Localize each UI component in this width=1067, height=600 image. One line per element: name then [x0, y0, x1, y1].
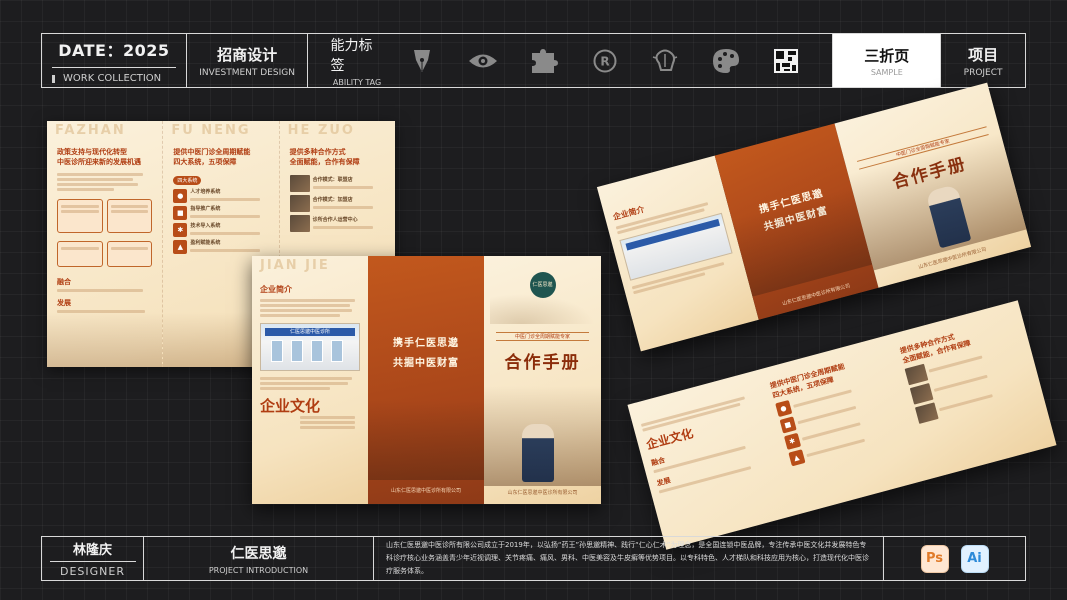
- clinic-building-photo: 仁医思邈中医诊所: [260, 323, 360, 371]
- project-description: 山东仁医思邈中医诊所有限公司成立于2019年，以弘扬“药王”孙思邈精神、践行“仁…: [374, 537, 884, 580]
- chart-icon: ▲: [173, 240, 188, 254]
- palette-icon: [712, 46, 740, 76]
- date-label: DATE：2025: [52, 37, 176, 68]
- project-label: PROJECT INTRODUCTION: [208, 565, 309, 575]
- trifold-cell: 三折页 SAMPLE: [833, 34, 942, 87]
- panel-title: 提供中医门诊全周期赋能 四大系统，五项保障: [173, 148, 251, 166]
- illustrator-icon: Ai: [960, 544, 989, 573]
- photo-thumb: [910, 382, 934, 405]
- work-collection-label: WORK COLLECTION: [52, 68, 176, 84]
- date-cell: DATE：2025 WORK COLLECTION: [42, 34, 187, 87]
- designer-name: 林隆庆: [49, 539, 136, 562]
- company-footer: 山东仁医思邈中医诊所有限公司: [507, 490, 578, 496]
- bar-icon: [52, 74, 55, 83]
- gear-icon: ✱: [783, 432, 801, 451]
- project-cell: 项目 PROJECT: [941, 34, 1025, 87]
- sub-heading: 融合: [57, 278, 71, 286]
- intro-panel: JIAN JIE 企业简介 仁医思邈中医诊所 企业文化: [252, 256, 368, 504]
- investment-design-cell: 招商设计 INVESTMENT DESIGN: [187, 34, 309, 87]
- ability-label: 能力标签 ABILITY TAG: [330, 37, 382, 87]
- cover-title: 合作手册: [504, 353, 581, 373]
- photo-thumb: [289, 195, 310, 212]
- qr-pattern-icon: [772, 46, 800, 76]
- photoshop-icon: Ps: [920, 544, 949, 573]
- pharmacy-shelf-photo: [368, 400, 484, 480]
- registered-icon: R: [591, 46, 619, 76]
- photo-thumb: [289, 215, 310, 232]
- brain-idea-icon: [651, 46, 679, 76]
- culture-calligraphy: 企业文化: [260, 397, 321, 415]
- ink-landscape: [47, 312, 163, 367]
- designer-cell: 林隆庆 DESIGNER: [42, 537, 144, 580]
- sub-heading: 发展: [57, 299, 71, 307]
- svg-text:R: R: [600, 54, 609, 68]
- user-icon: ●: [774, 400, 793, 418]
- project-title: 项目: [968, 45, 999, 64]
- company-footer: 山东仁医思邈中医诊所有限公司: [390, 488, 461, 494]
- section-title: 企业简介: [260, 285, 292, 294]
- ability-tag-cell: 能力标签 ABILITY TAG R: [308, 34, 834, 87]
- project-name: 仁医思邈: [230, 545, 287, 562]
- chart-icon: ▲: [788, 449, 806, 467]
- pen-nib-icon: [408, 46, 436, 76]
- megaphone-icon: ■: [779, 416, 797, 434]
- software-cell: Ps Ai: [884, 537, 1025, 580]
- puzzle-icon: [530, 46, 559, 76]
- trifold-title: 三折页: [864, 46, 910, 65]
- designer-label: DESIGNER: [60, 565, 125, 578]
- header-bar: DATE：2025 WORK COLLECTION 招商设计 INVESTMEN…: [41, 33, 1026, 88]
- project-sub: PROJECT: [963, 67, 1003, 78]
- front-cover-panel: 仁医思邈 中医门诊全周期赋能专家 合作手册 山东仁医思邈中医诊所有限公司: [484, 256, 601, 504]
- cover-band: 中医门诊全周期赋能专家: [496, 332, 589, 341]
- user-icon: ●: [173, 189, 188, 203]
- eye-icon: [468, 46, 498, 76]
- photo-thumb: [904, 363, 929, 386]
- investment-sub: INVESTMENT DESIGN: [199, 67, 295, 78]
- panel-title: 提供多种合作方式 全面赋能，合作有保障: [289, 148, 360, 166]
- slogan-panel: 携手仁医思邈 共掘中医财富 山东仁医思邈中医诊所有限公司: [368, 256, 484, 504]
- investment-title: 招商设计: [217, 45, 278, 64]
- inside-panel-development: FAZHAN 政策支持与现代化转型 中医诊所迎来新的发展机遇 融合 发展: [47, 121, 164, 367]
- photo-thumb: [289, 175, 310, 192]
- panel-title: 政策支持与现代化转型 中医诊所迎来新的发展机遇: [57, 148, 141, 166]
- megaphone-icon: ■: [173, 206, 188, 220]
- slogan: 携手仁医思邈 共掘中医财富: [393, 338, 459, 369]
- photo-thumb: [915, 402, 940, 424]
- brochure-cover-front: JIAN JIE 企业简介 仁医思邈中医诊所 企业文化 携手仁医思邈 共掘中医财…: [252, 256, 601, 504]
- trifold-sub: SAMPLE: [870, 67, 903, 77]
- doctor-figure: [522, 424, 554, 482]
- footer-bar: 林隆庆 DESIGNER 仁医思邈 PROJECT INTRODUCTION 山…: [41, 536, 1026, 581]
- brochure-cover-rotated: 企业简介 携手仁医思邈 共掘中医财富 山东仁医思邈中医诊所有限公司 中医门诊全周…: [596, 82, 1032, 352]
- gear-icon: ✱: [173, 223, 188, 237]
- project-intro-cell: 仁医思邈 PROJECT INTRODUCTION: [144, 537, 374, 580]
